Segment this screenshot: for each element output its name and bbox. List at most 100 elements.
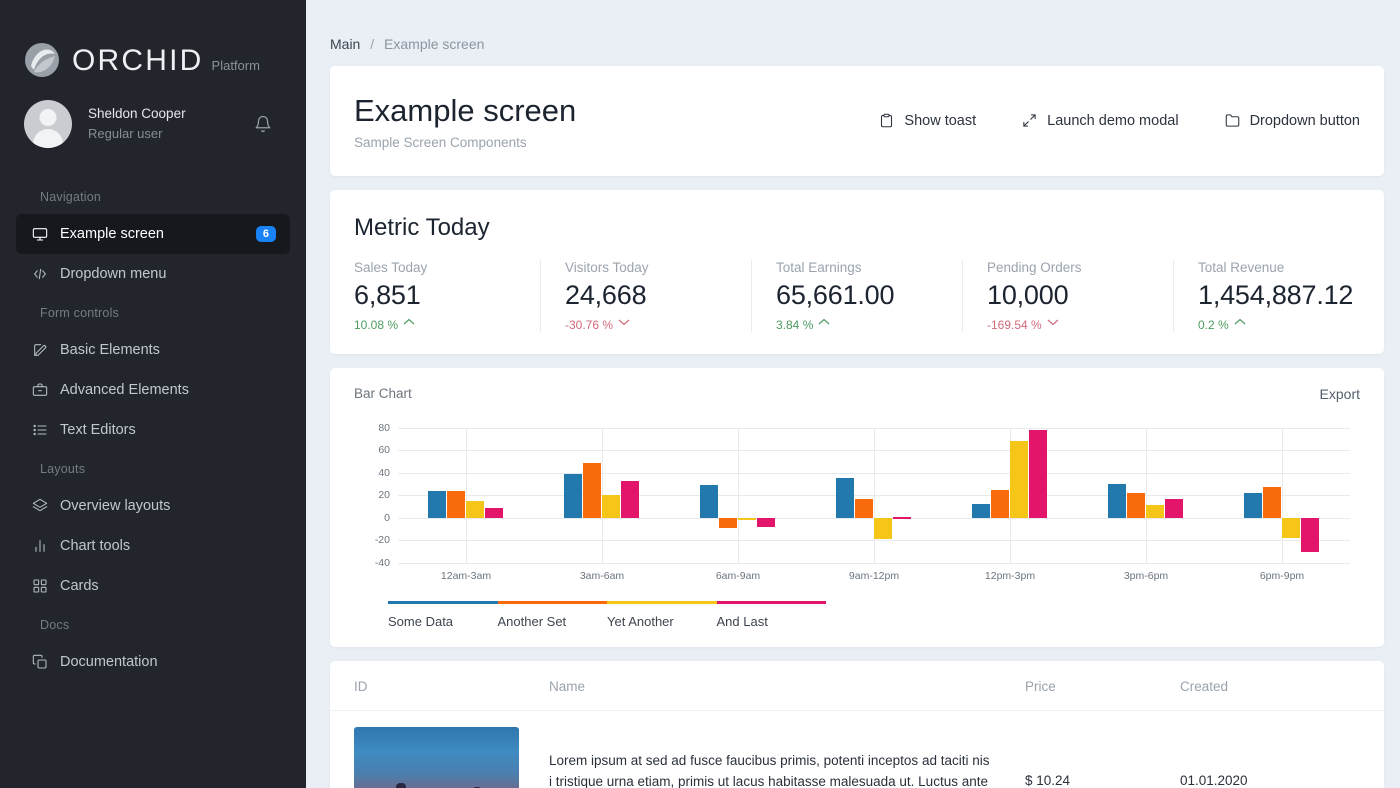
brand[interactable]: ORCHID Platform: [0, 0, 306, 78]
chart-x-tick: 9am-12pm: [849, 570, 899, 582]
chart-bar[interactable]: [602, 495, 620, 518]
chart-x-tick: 6pm-9pm: [1260, 570, 1304, 582]
main-content: Main / Example screen Example screen Sam…: [306, 0, 1400, 788]
chart-plot-area: 806040200-20-40 12am-3am3am-6am6am-9am9a…: [354, 418, 1360, 593]
sidebar-item-label: Overview layouts: [60, 498, 290, 514]
chart-bar[interactable]: [836, 478, 854, 517]
chart-bar[interactable]: [1301, 518, 1319, 552]
chart-bar[interactable]: [1263, 487, 1281, 517]
export-button[interactable]: Export: [1320, 386, 1360, 402]
column-header-price[interactable]: Price: [1025, 679, 1180, 694]
legend-labels: Some DataAnother SetYet AnotherAnd Last: [388, 614, 826, 629]
chart-bar[interactable]: [428, 491, 446, 518]
user-profile[interactable]: Sheldon Cooper Regular user: [0, 78, 306, 148]
brand-subtitle: Platform: [212, 58, 260, 73]
legend-label[interactable]: Some Data: [388, 614, 498, 629]
arrow-down-icon: [1047, 318, 1059, 326]
sidebar-item-overview-layouts[interactable]: Overview layouts: [16, 486, 290, 526]
page-title: Example screen: [354, 92, 833, 131]
chart-header: Bar Chart Export: [354, 386, 1360, 402]
metric-change-value: 3.84 %: [776, 318, 813, 332]
legend-label[interactable]: And Last: [717, 614, 827, 629]
briefcase-icon: [32, 382, 60, 398]
metric-change: -30.76 %: [565, 318, 727, 332]
sidebar-group-title: Layouts: [0, 450, 306, 486]
sidebar-item-text-editors[interactable]: Text Editors: [16, 410, 290, 450]
code-icon: [32, 266, 60, 282]
metric-item: Sales Today6,85110.08 %: [330, 260, 540, 332]
column-header-id[interactable]: ID: [354, 679, 549, 694]
chart-bar[interactable]: [700, 485, 718, 518]
sidebar-item-advanced-elements[interactable]: Advanced Elements: [16, 370, 290, 410]
chart-bar[interactable]: [485, 508, 503, 518]
chart-vertical-gridline: [466, 428, 467, 563]
row-name-line2: i tristique urna etiam, primis ut lacus …: [549, 772, 1025, 788]
chart-bar[interactable]: [991, 490, 1009, 518]
bell-icon[interactable]: [246, 115, 280, 133]
chart-bar[interactable]: [1010, 441, 1028, 518]
chart-bar[interactable]: [466, 501, 484, 518]
table-row[interactable]: Lorem ipsum at sed ad fusce faucibus pri…: [330, 711, 1384, 788]
sidebar-item-chart-tools[interactable]: Chart tools: [16, 526, 290, 566]
chart-bar[interactable]: [719, 518, 737, 528]
chart-bar[interactable]: [972, 504, 990, 518]
chart-y-tick: -40: [375, 557, 390, 569]
chart-bar[interactable]: [564, 474, 582, 518]
show-toast-button[interactable]: Show toast: [879, 113, 976, 129]
legend-color-segment: [717, 601, 827, 604]
chart-gridline: -40: [398, 563, 1350, 564]
chart-bar[interactable]: [1029, 430, 1047, 518]
breadcrumb-current: Example screen: [384, 36, 484, 52]
chart-bar[interactable]: [757, 518, 775, 527]
chart-bar[interactable]: [583, 463, 601, 518]
chart-bar[interactable]: [1244, 493, 1262, 518]
chart-y-tick: 60: [378, 444, 390, 456]
chart-bar[interactable]: [447, 491, 465, 518]
sidebar-item-documentation[interactable]: Documentation: [16, 642, 290, 682]
sidebar-item-label: Dropdown menu: [60, 266, 290, 282]
metric-change-value: 10.08 %: [354, 318, 398, 332]
dropdown-button[interactable]: Dropdown button: [1225, 113, 1360, 129]
sidebar-item-basic-elements[interactable]: Basic Elements: [16, 330, 290, 370]
metrics-title: Metric Today: [330, 214, 1384, 260]
chart-bar[interactable]: [893, 517, 911, 519]
chart-bar[interactable]: [738, 518, 756, 520]
chart-y-tick: 20: [378, 489, 390, 501]
metrics-card: Metric Today Sales Today6,85110.08 % Visi…: [330, 190, 1384, 354]
column-header-created[interactable]: Created: [1180, 679, 1360, 694]
chart-bar[interactable]: [1282, 518, 1300, 538]
page-header-text: Example screen Sample Screen Components: [354, 92, 833, 150]
dropdown-button-label: Dropdown button: [1250, 113, 1360, 129]
page-header-actions: Show toast Launch demo modal: [833, 113, 1360, 129]
list-icon: [32, 422, 60, 438]
chart-vertical-gridline: [1146, 428, 1147, 563]
chart-bar[interactable]: [621, 481, 639, 518]
column-header-name[interactable]: Name: [549, 679, 1025, 694]
sidebar-item-example-screen[interactable]: Example screen6: [16, 214, 290, 254]
metric-change: 10.08 %: [354, 318, 516, 332]
chart-bar[interactable]: [855, 499, 873, 518]
arrow-up-icon: [818, 318, 830, 326]
legend-label[interactable]: Another Set: [498, 614, 608, 629]
sidebar-item-cards[interactable]: Cards: [16, 566, 290, 606]
sidebar-item-label: Cards: [60, 578, 290, 594]
sidebar-item-label: Example screen: [60, 226, 256, 242]
chart-bar[interactable]: [874, 518, 892, 539]
legend-label[interactable]: Yet Another: [607, 614, 717, 629]
chart-bar[interactable]: [1108, 484, 1126, 518]
metric-label: Visitors Today: [565, 260, 727, 275]
launch-demo-modal-button[interactable]: Launch demo modal: [1022, 113, 1178, 129]
data-table-card: ID Name Price Created Lorem ipsum at sed…: [330, 661, 1384, 788]
sidebar-group-title: Navigation: [0, 178, 306, 214]
user-role: Regular user: [88, 124, 246, 144]
sidebar-item-dropdown-menu[interactable]: Dropdown menu: [16, 254, 290, 294]
metric-change: 0.2 %: [1198, 318, 1360, 332]
arrow-up-icon: [403, 318, 415, 326]
monitor-icon: [32, 226, 60, 242]
chart-bar[interactable]: [1165, 499, 1183, 518]
chart-bar[interactable]: [1127, 493, 1145, 518]
chart-bar[interactable]: [1146, 505, 1164, 517]
page-description: Sample Screen Components: [354, 135, 833, 150]
metric-change: 3.84 %: [776, 318, 938, 332]
breadcrumb-root[interactable]: Main: [330, 36, 360, 52]
